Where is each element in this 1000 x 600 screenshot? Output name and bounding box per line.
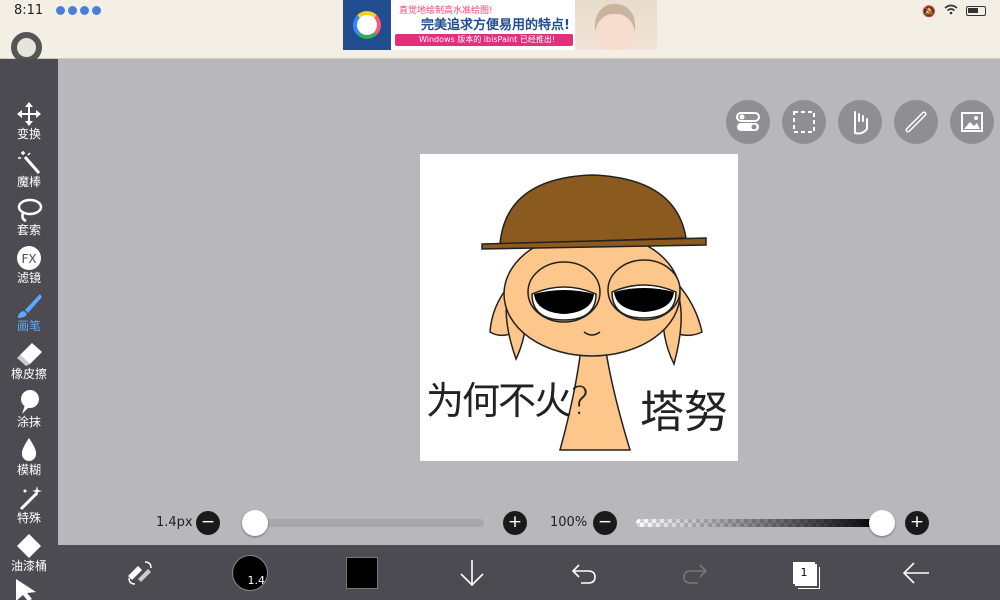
eyedropper-button[interactable] xyxy=(894,100,938,144)
tool-brush[interactable]: 画笔 xyxy=(0,289,58,337)
move-icon xyxy=(17,102,41,126)
notification-icon xyxy=(80,6,89,15)
left-toolbar: 变换 魔棒 套索 FX 滤镜 画笔 橡皮擦 涂抹 模糊 特殊 油漆桶 xyxy=(0,59,58,600)
tool-label: 画笔 xyxy=(16,319,41,333)
fx-icon: FX xyxy=(17,246,41,270)
opacity-increase-button[interactable]: + xyxy=(905,511,929,535)
toggle-icon xyxy=(736,112,760,131)
opacity-decrease-button[interactable]: − xyxy=(593,511,617,535)
tool-label: 特殊 xyxy=(16,511,41,525)
smudge-icon xyxy=(21,390,39,414)
tool-eraser[interactable]: 橡皮擦 xyxy=(0,337,58,385)
blur-drop-icon xyxy=(21,438,37,461)
drawing-text-left: 为何不火? xyxy=(426,379,590,423)
tool-label: 涂抹 xyxy=(16,415,41,429)
ad-banner[interactable]: 直觉地绘制高水准绘图! 完美追求方便易用的特点! Windows 版本的 ibi… xyxy=(343,0,657,50)
tool-filter[interactable]: FX 滤镜 xyxy=(0,241,58,289)
toggle-settings-button[interactable] xyxy=(726,100,770,144)
brush-size-badge: 1.4 xyxy=(247,574,266,587)
tool-magic-wand[interactable]: 魔棒 xyxy=(0,145,58,193)
brush-size-preview-button[interactable]: 1.4 xyxy=(230,553,270,593)
status-time: 8:11 xyxy=(14,3,44,18)
layers-icon: 1 xyxy=(793,562,815,584)
wifi-icon xyxy=(944,4,958,18)
brush-icon xyxy=(18,294,42,318)
ad-line-2: 完美追求方便易用的特点! xyxy=(421,18,570,33)
hand-icon xyxy=(854,111,868,135)
drawing-text-right: 塔努 xyxy=(640,387,728,438)
tool-smudge[interactable]: 涂抹 xyxy=(0,385,58,433)
notification-icons xyxy=(56,6,101,15)
tool-blur[interactable]: 模糊 xyxy=(0,433,58,481)
swap-brush-eraser-icon xyxy=(128,561,152,585)
dashed-selection-icon xyxy=(793,111,815,133)
notification-icon xyxy=(92,6,101,15)
ad-character-image xyxy=(575,0,657,50)
undo-icon xyxy=(571,564,596,584)
tool-label: 模糊 xyxy=(16,463,41,477)
workspace[interactable]: 为何不火? 塔努 xyxy=(58,59,1000,545)
lasso-icon xyxy=(17,198,43,223)
tool-special[interactable]: 特殊 xyxy=(0,481,58,529)
brush-size-label: 1.4px xyxy=(156,515,193,530)
opacity-slider[interactable] xyxy=(636,519,882,527)
tool-label: 套索 xyxy=(16,223,41,237)
redo-button[interactable] xyxy=(675,553,715,593)
layers-button[interactable]: 1 xyxy=(784,553,824,593)
download-button[interactable] xyxy=(452,553,492,593)
magic-wand-icon xyxy=(18,151,41,174)
tool-bucket[interactable]: 油漆桶 xyxy=(0,529,58,577)
redo-icon xyxy=(683,564,708,584)
brush-size-knob[interactable] xyxy=(241,510,268,536)
tool-label: 变换 xyxy=(16,127,41,141)
size-decrease-button[interactable]: − xyxy=(196,511,220,535)
tool-label: 橡皮擦 xyxy=(10,367,47,381)
ibispaint-logo xyxy=(343,0,391,50)
tool-transform[interactable]: 变换 xyxy=(0,97,58,145)
brush-size-slider[interactable] xyxy=(250,519,484,527)
status-right: 🔕 xyxy=(922,4,986,18)
color-button[interactable] xyxy=(342,553,382,593)
swap-tool-button[interactable] xyxy=(120,553,160,593)
hand-button[interactable] xyxy=(838,100,882,144)
eraser-icon xyxy=(17,343,42,366)
undo-button[interactable] xyxy=(564,553,604,593)
tool-label: 魔棒 xyxy=(16,175,41,189)
pointer-icon[interactable] xyxy=(14,579,44,600)
notification-icon xyxy=(68,6,77,15)
battery-icon xyxy=(966,6,986,16)
notification-icon xyxy=(56,6,65,15)
ad-text: 直觉地绘制高水准绘图! 完美追求方便易用的特点! Windows 版本的 ibi… xyxy=(391,0,575,50)
mute-icon: 🔕 xyxy=(922,4,936,18)
arrow-left-icon xyxy=(902,562,929,584)
ad-line-3: Windows 版本的 ibisPaint 已经推出! xyxy=(395,34,573,46)
tool-lasso[interactable]: 套索 xyxy=(0,193,58,241)
eyedropper-icon xyxy=(905,111,927,133)
brush-size-preview: 1.4 xyxy=(232,555,268,591)
sparkle-icon xyxy=(19,486,42,511)
bucket-icon xyxy=(17,534,41,558)
selection-button[interactable] xyxy=(782,100,826,144)
tool-label: 油漆桶 xyxy=(10,559,47,573)
size-increase-button[interactable]: + xyxy=(503,511,527,535)
image-button[interactable] xyxy=(950,100,994,144)
opacity-label: 100% xyxy=(550,515,588,530)
arrow-down-icon xyxy=(460,560,484,587)
bottom-toolbar: 1.4 1 xyxy=(58,545,1000,600)
opacity-knob[interactable] xyxy=(869,510,895,536)
drawing-canvas[interactable]: 为何不火? 塔努 xyxy=(420,154,738,461)
image-icon xyxy=(961,112,983,132)
svg-text:FX: FX xyxy=(21,252,36,266)
back-button[interactable] xyxy=(896,553,936,593)
current-color-swatch xyxy=(346,557,378,589)
tool-label: 滤镜 xyxy=(16,271,41,285)
